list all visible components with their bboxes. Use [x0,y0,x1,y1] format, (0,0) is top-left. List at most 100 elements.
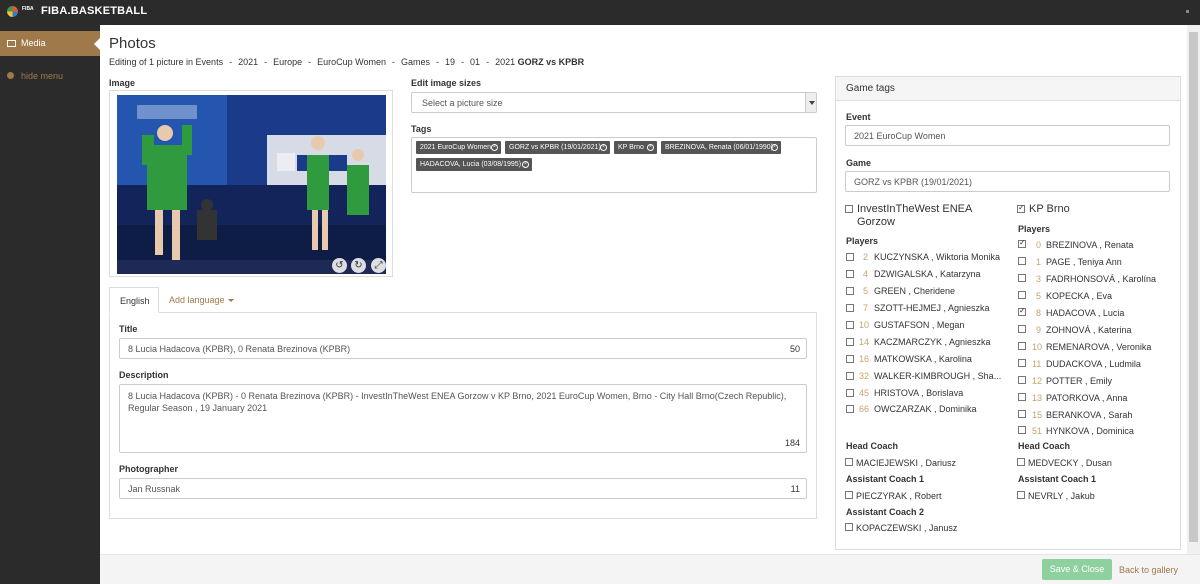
player-number: 13 [1032,393,1043,403]
sidebar-item-label: hide menu [21,71,64,81]
game-input[interactable]: GORZ vs KPBR (19/01/2021) [845,171,1170,192]
player-number: 10 [1032,342,1043,352]
coach-checkbox[interactable] [845,491,853,499]
brand-name[interactable]: FIBA.BASKETBALL [41,5,147,17]
tag-chip[interactable]: KP Brno × [614,141,657,154]
player-checkbox[interactable] [846,355,854,363]
player-checkbox[interactable] [1018,325,1026,333]
team-name-kp-brno: KP Brno [1029,203,1070,215]
player-checkbox[interactable] [1018,306,1026,316]
player-checkbox[interactable] [846,253,854,261]
remove-tag-icon[interactable]: × [522,161,529,168]
breadcrumb-item[interactable]: 2021 [495,57,515,67]
chevron-down-icon[interactable] [805,93,816,112]
player-number: 4 [863,269,869,279]
player-checkbox[interactable] [1018,426,1026,434]
head-coach-name: MACIEJEWSKI , Dariusz [856,458,957,468]
tag-label: BREZINOVA, Renata (06/01/1990) [665,144,774,151]
player-number: 32 [859,371,870,381]
breadcrumb-item[interactable]: 2021 [238,57,258,67]
rotate-left-icon[interactable]: ↺ [332,258,347,273]
player-number: 5 [863,286,869,296]
player-name: DZWIGALSKA , Katarzyna [874,269,981,279]
breadcrumb-item[interactable]: Europe [273,57,302,67]
tag-chip[interactable]: 2021 EuroCup Women × [416,141,501,154]
player-checkbox[interactable] [1018,376,1026,384]
player-name: DUDACKOVA , Ludmila [1046,359,1141,369]
sidebar: Media hide menu [0,25,100,584]
game-tags-header: Game tags [836,77,1180,101]
menu-dot-icon[interactable] [1186,10,1189,13]
players-label: Players [1018,224,1051,234]
player-checkbox[interactable] [846,338,854,346]
add-language-dropdown[interactable]: Add language [169,295,234,305]
player-checkbox[interactable] [846,270,854,278]
breadcrumb-item[interactable]: EuroCup Women [317,57,386,67]
sidebar-item-label: Media [21,38,46,48]
player-number: 11 [1032,359,1042,369]
coach-checkbox[interactable] [1017,491,1025,499]
breadcrumb-item[interactable]: Games [401,57,430,67]
player-checkbox[interactable] [1018,342,1026,350]
coach-checkbox[interactable] [1017,458,1025,466]
coach-checkbox[interactable] [845,458,853,466]
tag-chip[interactable]: HADACOVA, Lucia (03/08/1995) × [416,158,532,171]
back-to-gallery-link[interactable]: Back to gallery [1119,565,1178,575]
photographer-input[interactable]: Jan Russnak 11 [119,478,807,499]
photographer-label: Photographer [119,464,179,474]
player-checkbox[interactable] [846,389,854,397]
picture-size-select[interactable]: Select a picture size [411,92,817,113]
tag-chip[interactable]: GORZ vs KPBR (19/01/2021) × [505,141,610,154]
coach-checkbox[interactable] [845,523,853,531]
sidebar-item-hide-menu[interactable]: hide menu [0,69,100,83]
player-name: OWCZARZAK , Dominika [874,404,977,414]
caret-down-icon [227,299,234,303]
game-value: GORZ vs KPBR (19/01/2021) [854,177,973,187]
player-name: MATKOWSKA , Karolina [874,354,972,364]
tag-chip[interactable]: BREZINOVA, Renata (06/01/1990) × [661,141,781,154]
player-checkbox[interactable] [1018,274,1026,282]
remove-tag-icon[interactable]: × [771,144,778,151]
player-name: REMENAROVA , Veronika [1046,342,1152,352]
fullscreen-icon[interactable]: ⤢ [371,258,386,273]
player-checkbox[interactable] [1018,410,1026,418]
player-checkbox[interactable] [1018,238,1026,248]
breadcrumb-item[interactable]: 19 [445,57,455,67]
player-name: FADRHONSOVÁ , Karolína [1046,274,1157,284]
title-label: Title [119,324,138,334]
player-checkbox[interactable] [1018,257,1026,265]
sidebar-item-media[interactable]: Media [0,31,100,56]
player-checkbox[interactable] [1018,359,1026,367]
player-checkbox[interactable] [846,321,854,329]
team-checkbox-kp-brno[interactable] [1017,203,1025,213]
player-name: GREEN , Cheridene [874,286,956,296]
remove-tag-icon[interactable]: × [600,144,607,151]
player-checkbox[interactable] [846,372,854,380]
game-photo [117,95,386,274]
breadcrumb-item[interactable]: 01 [470,57,480,67]
rotate-right-icon[interactable]: ↻ [351,258,366,273]
description-textarea[interactable]: 8 Lucia Hadacova (KPBR) - 0 Renata Brezi… [119,384,807,453]
breadcrumb: Editing of 1 picture in Events -2021- Euro… [109,57,585,67]
assistant-coach-1-name: NEVRLY , Jakub [1028,491,1095,501]
save-close-button[interactable]: Save & Close [1042,559,1112,580]
scrollbar-thumb[interactable] [1189,32,1198,542]
tag-label: KP Brno [618,144,644,151]
assistant-coach-1-name: PIECZYRAK , Robert [856,491,942,501]
player-checkbox[interactable] [1018,291,1026,299]
player-checkbox[interactable] [846,304,854,312]
player-number: 3 [1036,274,1042,284]
tab-english[interactable]: English [109,287,159,313]
player-checkbox[interactable] [846,287,854,295]
title-input[interactable]: 8 Lucia Hadacova (KPBR), 0 Renata Brezin… [119,338,807,359]
remove-tag-icon[interactable]: × [647,144,654,151]
team-checkbox-gorzow[interactable] [845,205,853,213]
player-name: PATORKOVA , Anna [1046,393,1128,403]
player-checkbox[interactable] [1018,393,1026,401]
image-label: Image [109,78,136,88]
player-checkbox[interactable] [846,405,854,413]
event-input[interactable]: 2021 EuroCup Women [845,125,1170,146]
player-name: POTTER , Emily [1046,376,1113,386]
remove-tag-icon[interactable]: × [491,144,498,151]
team-name-gorzow: InvestInTheWest ENEA Gorzow [857,203,972,228]
